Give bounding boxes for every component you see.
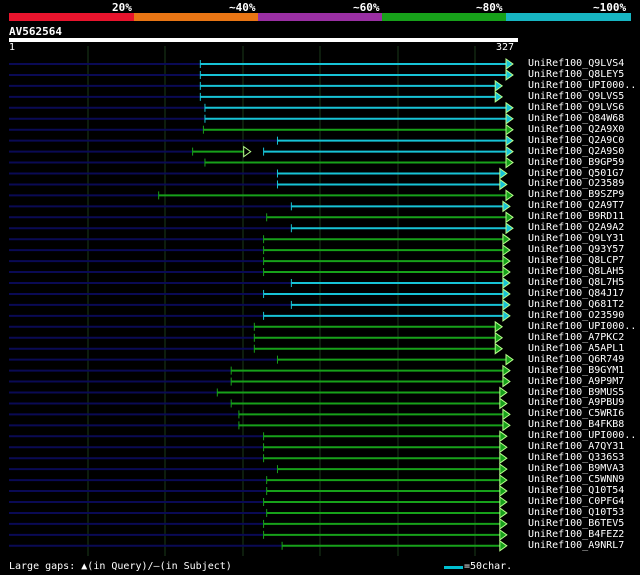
hit-link[interactable]: UniRef100_Q9LVS6 [528, 102, 624, 113]
gap-query-text: (in Query)/ [87, 561, 154, 572]
hsp-end-arrow [505, 156, 514, 169]
hit-link[interactable]: UniRef100_Q93Y57 [528, 244, 624, 255]
hit-link[interactable]: UniRef100_A7PKC2 [528, 332, 624, 343]
hit-link[interactable]: UniRef100_B6TEV5 [528, 518, 624, 529]
hit-link[interactable]: UniRef100_B9SZP9 [528, 189, 624, 200]
hsp-end-arrow [499, 539, 508, 552]
hit-link[interactable]: UniRef100_B4FEZ2 [528, 529, 624, 540]
hit-link[interactable]: UniRef100_B9GYM1 [528, 365, 624, 376]
hit-link[interactable]: UniRef100_B9GP59 [528, 157, 624, 168]
hit-link[interactable]: UniRef100_Q8L7H5 [528, 277, 624, 288]
hsp-end-arrow [502, 277, 511, 289]
hsp-end-arrow [499, 167, 508, 180]
hsp-end-arrow [499, 430, 508, 443]
gap-subject-text: (in Subject) [159, 561, 232, 572]
hsp-end-arrow [502, 298, 511, 311]
hit-link[interactable]: UniRef100_B9MVA3 [528, 463, 624, 474]
hit-link[interactable]: UniRef100_A9NRL7 [528, 540, 624, 551]
hit-link[interactable]: UniRef100_O23590 [528, 310, 624, 321]
hit-link[interactable]: UniRef100_C0PFG4 [528, 496, 624, 507]
hit-link[interactable]: UniRef100_B4FKB8 [528, 419, 624, 430]
hit-link[interactable]: UniRef100_Q9LVS5 [528, 91, 624, 102]
hsp-end-arrow [505, 123, 514, 136]
hsp-end-arrow [499, 463, 508, 476]
hsp-end-arrow [502, 266, 511, 279]
hsp-end-arrow [505, 211, 514, 224]
hsp-end-arrow [499, 506, 508, 519]
hit-link[interactable]: UniRef100_Q84J17 [528, 288, 624, 299]
hsp-end-arrow [494, 331, 504, 344]
hit-link[interactable]: UniRef100_Q2A9T7 [528, 200, 624, 211]
hit-link[interactable]: UniRef100_Q10T54 [528, 485, 624, 496]
hsp-end-arrow [502, 364, 511, 377]
scale-bar [444, 566, 463, 569]
hit-link[interactable]: UniRef100_Q681T2 [528, 299, 624, 310]
hsp-end-arrow [499, 386, 508, 399]
hsp-end-arrow [502, 375, 511, 388]
hsp-end-arrow [502, 419, 511, 432]
hit-link[interactable]: UniRef100_Q2A9A2 [528, 222, 624, 233]
hit-link[interactable]: UniRef100_Q6R749 [528, 354, 624, 365]
hit-link[interactable]: UniRef100_Q2A9X0 [528, 124, 624, 135]
hsp-end-arrow [505, 58, 514, 70]
hsp-end-arrow [499, 474, 508, 487]
hit-link[interactable]: UniRef100_Q8LAH5 [528, 266, 624, 277]
hit-link[interactable]: UniRef100_UPI000.. [528, 80, 636, 91]
hit-link[interactable]: UniRef100_UPI000.. [528, 430, 636, 441]
hit-link[interactable]: UniRef100_O23589 [528, 178, 624, 189]
hit-link[interactable]: UniRef100_B9RD11 [528, 211, 624, 222]
hit-link[interactable]: UniRef100_Q2A9S0 [528, 146, 624, 157]
hsp-end-arrow [505, 68, 514, 81]
hsp-end-arrow [499, 496, 508, 508]
hsp-end-arrow [505, 189, 514, 202]
hit-link[interactable]: UniRef100_A5APL1 [528, 343, 624, 354]
hit-link[interactable]: UniRef100_Q84W68 [528, 113, 624, 124]
hsp-end-arrow [502, 255, 511, 268]
hsp-end-arrow [494, 320, 504, 333]
hsp-end-arrow [502, 200, 511, 213]
hsp-end-arrow [499, 485, 508, 498]
hsp-end-arrow [505, 222, 514, 235]
hsp-end-arrow [494, 342, 504, 355]
hit-link[interactable]: UniRef100_Q336S3 [528, 452, 624, 463]
hit-link[interactable]: UniRef100_Q501G7 [528, 168, 624, 179]
hsp-end-arrow [499, 178, 508, 191]
hsp-end-arrow [505, 112, 514, 125]
hsp-end-arrow [499, 528, 508, 541]
hit-link[interactable]: UniRef100_A9PBU9 [528, 397, 624, 408]
hsp-end-arrow [494, 90, 504, 103]
hit-link[interactable]: UniRef100_Q8LCP7 [528, 255, 624, 266]
footer-gap-legend: Large gaps: ▲(in Query)/—(in Subject) [9, 561, 232, 572]
hsp-end-arrow [494, 79, 504, 92]
hsp-end-arrow [499, 452, 508, 465]
hsp-end-arrow [502, 309, 511, 322]
hit-link[interactable]: UniRef100_A9P9M7 [528, 376, 624, 387]
hsp-end-arrow [505, 353, 514, 366]
gaps-label: Large gaps: [9, 561, 76, 572]
hit-link[interactable]: UniRef100_Q8LEY5 [528, 69, 624, 80]
hit-link[interactable]: UniRef100_Q9LY31 [528, 233, 624, 244]
hit-link[interactable]: UniRef100_Q10T53 [528, 507, 624, 518]
scale-bar-label: =50char. [464, 561, 513, 572]
hit-link[interactable]: UniRef100_C5WNN9 [528, 474, 624, 485]
hsp-end-arrow [502, 233, 511, 246]
hsp-end-arrow [505, 101, 514, 114]
hsp-end-arrow [243, 145, 252, 158]
hsp-end-arrow [502, 244, 511, 257]
hsp-end-arrow [505, 145, 514, 158]
hsp-end-arrow [505, 134, 514, 147]
hsp-end-arrow [499, 397, 508, 410]
hit-link[interactable]: UniRef100_B9MUS5 [528, 387, 624, 398]
hsp-end-arrow [502, 408, 511, 421]
hit-link[interactable]: UniRef100_Q2A9C0 [528, 135, 624, 146]
hit-link[interactable]: UniRef100_C5WRI6 [528, 408, 624, 419]
hsp-end-arrow [499, 441, 508, 454]
hsp-end-arrow [502, 287, 511, 300]
hit-link[interactable]: UniRef100_A7QY31 [528, 441, 624, 452]
hit-link[interactable]: UniRef100_UPI000.. [528, 321, 636, 332]
hit-link[interactable]: UniRef100_Q9LVS4 [528, 58, 624, 69]
hsp-end-arrow [499, 517, 508, 530]
